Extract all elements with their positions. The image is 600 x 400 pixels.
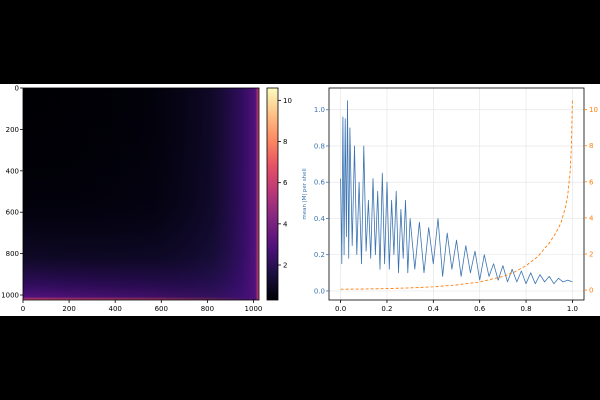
heatmap-horizontal-gradient (23, 88, 259, 300)
figure: 0 200 400 600 800 1000 0 200 400 600 800 1000 2 4 6 8… (0, 84, 600, 316)
colorbar-tick-label-4: 10 (283, 97, 292, 105)
right-y-tick-label-5: 10 (589, 106, 598, 114)
heatmap-x-tick-label-2: 400 (109, 305, 122, 313)
left-y-tick-label-2: 0.4 (314, 215, 326, 223)
heatmap-x-tick-label-3: 600 (155, 305, 168, 313)
right-y-tick-label-2: 4 (589, 214, 594, 222)
heatmap-y-tick-label-2: 400 (6, 167, 19, 175)
x-tick-label-3: 0.6 (474, 305, 486, 313)
x-tick-label-1: 0.2 (381, 305, 392, 313)
heatmap-panel: 0 200 400 600 800 1000 0 200 400 600 800 1000 (1, 85, 262, 314)
heatmap-x-tick-label-5: 1000 (245, 305, 263, 313)
x-tick-label-5: 1.0 (567, 305, 578, 313)
colorbar-tick-label-0: 2 (283, 262, 287, 270)
x-tick-label-4: 0.8 (520, 305, 531, 313)
colorbar-tick-label-2: 6 (283, 179, 288, 187)
left-y-tick-label-1: 0.2 (314, 251, 325, 259)
heatmap-x-tick-label-0: 0 (21, 305, 25, 313)
left-y-tick-label-0: 0.0 (314, 287, 325, 295)
colorbar-tick-label-3: 8 (283, 138, 287, 146)
colorbar-gradient (267, 88, 278, 300)
heatmap-y-tick-label-5: 1000 (1, 292, 19, 300)
right-y-tick-label-4: 8 (589, 142, 593, 150)
right-y-tick-label-0: 0 (589, 287, 593, 295)
colorbar-tick-label-1: 4 (283, 220, 288, 228)
right-y-tick-label-1: 2 (589, 250, 593, 258)
left-y-axis-label: mean |M| per shell (302, 168, 308, 220)
heatmap-y-tick-label-0: 0 (15, 85, 19, 93)
heatmap-y-tick-label-4: 800 (6, 250, 19, 258)
right-y-tick-label-3: 6 (589, 178, 594, 186)
heatmap-y-tick-label-1: 200 (6, 126, 19, 134)
left-y-tick-label-5: 1.0 (314, 106, 325, 114)
heatmap-y-tick-label-3: 600 (6, 209, 19, 217)
x-tick-label-2: 0.4 (428, 305, 440, 313)
x-tick-label-0: 0.0 (335, 305, 346, 313)
left-y-tick-label-4: 0.8 (314, 142, 325, 150)
heatmap-x-tick-label-4: 800 (201, 305, 214, 313)
left-y-tick-label-3: 0.6 (314, 179, 326, 187)
heatmap-x-tick-label-1: 200 (62, 305, 75, 313)
